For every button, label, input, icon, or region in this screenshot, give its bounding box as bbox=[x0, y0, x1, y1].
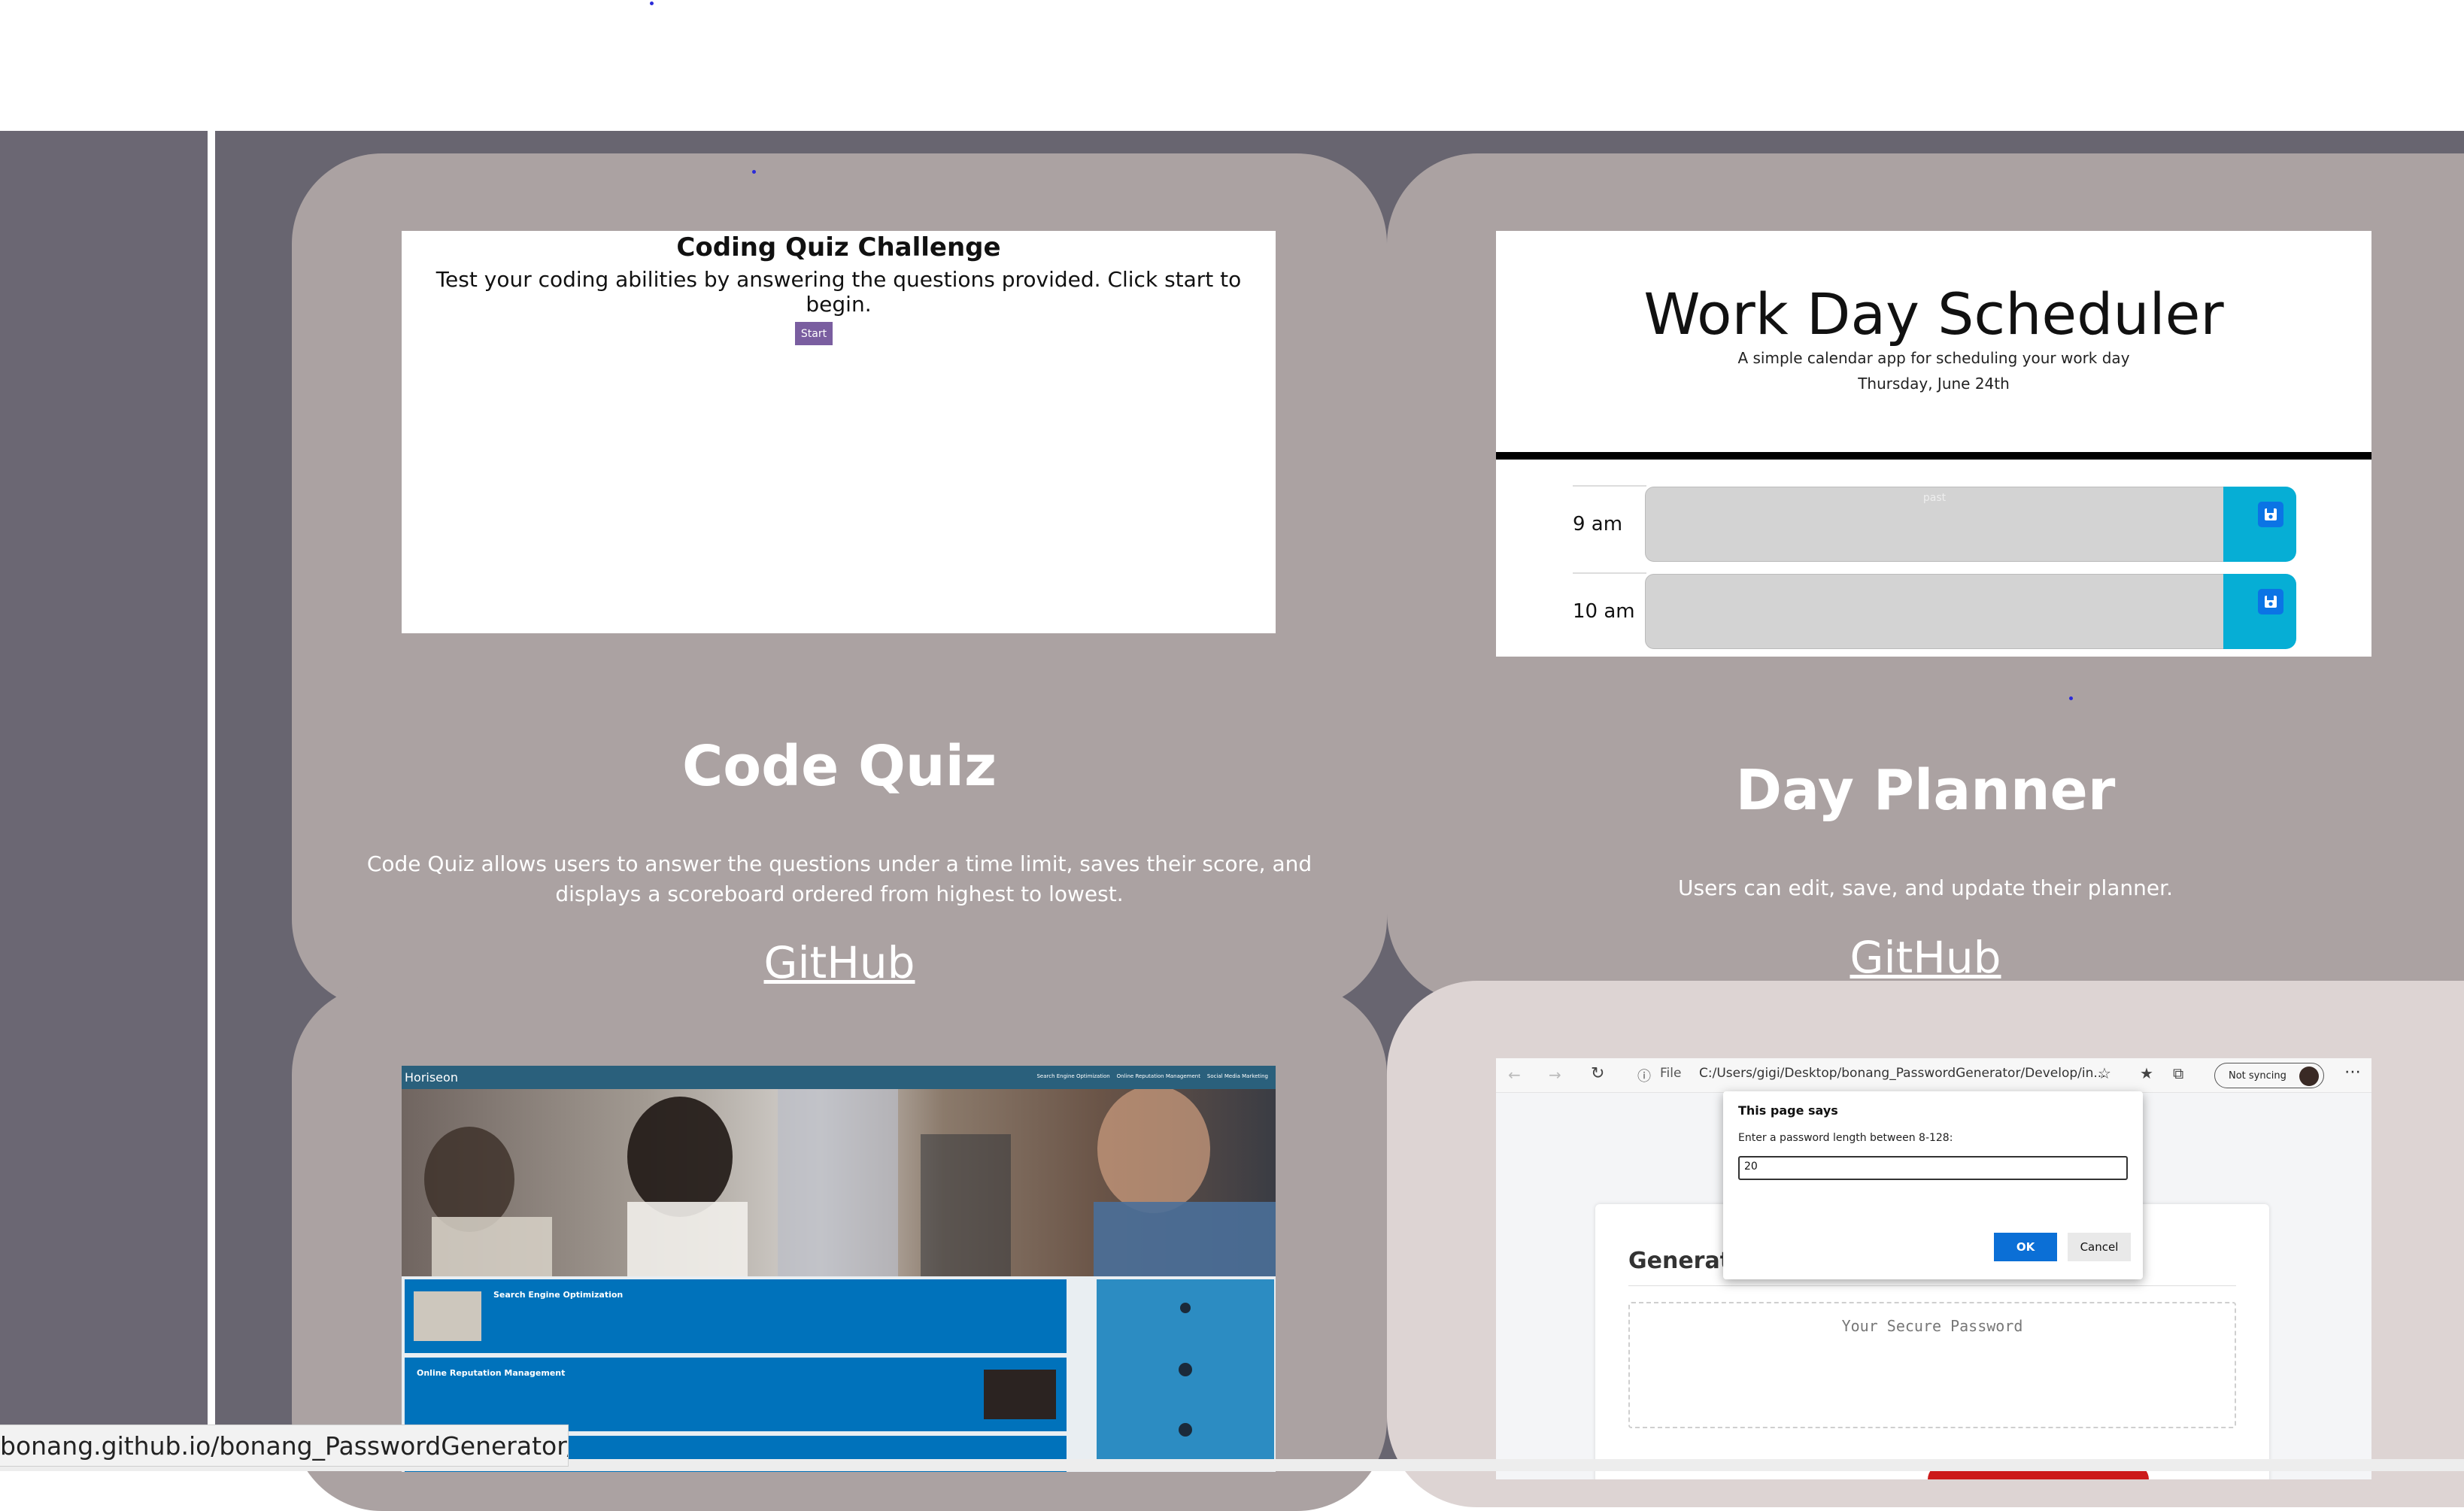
event-textarea[interactable] bbox=[1645, 574, 2224, 649]
quiz-subtitle: Test your coding abilities by answering … bbox=[435, 267, 1242, 317]
dialog-message: Enter a password length between 8-128: bbox=[1738, 1132, 1953, 1144]
nav-item[interactable]: Search Engine Optimization bbox=[1036, 1073, 1109, 1079]
content-section: Search Engine Optimization bbox=[405, 1279, 1067, 1353]
project-card-password-generator: ← → ↻ ⓘ File C:/Users/gigi/Desktop/bonan… bbox=[1387, 981, 2464, 1507]
file-label: File bbox=[1660, 1066, 1682, 1081]
info-icon[interactable]: ⓘ bbox=[1637, 1066, 1651, 1085]
horiseon-nav: Horiseon Search Engine Optimization Onli… bbox=[402, 1066, 1276, 1089]
password-length-input[interactable]: 20 bbox=[1738, 1156, 2128, 1180]
ok-button[interactable]: OK bbox=[1994, 1233, 2057, 1261]
horiseon-logo: Horiseon bbox=[405, 1070, 458, 1085]
benefit-icons bbox=[1179, 1303, 1192, 1437]
hour-label: 9 am bbox=[1573, 513, 1623, 536]
sync-label: Not syncing bbox=[2229, 1070, 2286, 1082]
event-textarea[interactable]: past bbox=[1645, 487, 2224, 562]
status-bar-url: bonang.github.io/bonang_PasswordGenerato… bbox=[0, 1425, 569, 1467]
nav-item[interactable]: Online Reputation Management bbox=[1117, 1073, 1200, 1079]
section-title: Online Reputation Management bbox=[417, 1368, 566, 1378]
back-icon[interactable]: ← bbox=[1508, 1066, 1521, 1084]
profile-sync-button[interactable]: Not syncing bbox=[2214, 1063, 2324, 1088]
password-placeholder: Your Secure Password bbox=[1841, 1317, 2023, 1335]
password-generator-screenshot[interactable]: ← → ↻ ⓘ File C:/Users/gigi/Desktop/bonan… bbox=[1496, 1058, 2371, 1479]
avatar bbox=[2299, 1066, 2319, 1086]
planner-date: Thursday, June 24th bbox=[1858, 375, 2010, 393]
nav-item[interactable]: Social Media Marketing bbox=[1207, 1073, 1268, 1079]
favorite-add-icon[interactable]: ☆ bbox=[2098, 1064, 2111, 1082]
hero-people-image bbox=[424, 1085, 1276, 1277]
planner-subtitle: A simple calendar app for scheduling you… bbox=[1737, 349, 2130, 367]
planner-heading: Work Day Scheduler bbox=[1643, 281, 2224, 347]
cursor-dot bbox=[2069, 696, 2073, 700]
forward-icon[interactable]: → bbox=[1549, 1066, 1561, 1084]
save-button[interactable] bbox=[2223, 487, 2296, 562]
page-top-area bbox=[0, 0, 2464, 131]
code-quiz-screenshot[interactable]: Coding Quiz Challenge Test your coding a… bbox=[402, 231, 1276, 633]
panel-divider bbox=[1628, 1285, 2236, 1286]
prompt-dialog: This page says Enter a password length b… bbox=[1723, 1091, 2143, 1279]
section-image bbox=[414, 1291, 481, 1341]
benefits-aside bbox=[1097, 1279, 1274, 1470]
content-section: Online Reputation Management bbox=[405, 1358, 1067, 1431]
dialog-title: This page says bbox=[1738, 1103, 1838, 1118]
vertical-divider bbox=[208, 131, 215, 1471]
portfolio-section: Coding Quiz Challenge Test your coding a… bbox=[0, 131, 2464, 1511]
more-icon[interactable]: ⋯ bbox=[2344, 1063, 2361, 1082]
save-icon bbox=[2258, 502, 2283, 527]
save-icon bbox=[2258, 589, 2283, 614]
collections-icon[interactable]: ⧉ bbox=[2173, 1064, 2183, 1082]
save-button[interactable] bbox=[2223, 574, 2296, 649]
horiseon-nav-items: Search Engine Optimization Online Reputa… bbox=[1036, 1073, 1268, 1079]
favorites-icon[interactable]: ★ bbox=[2140, 1064, 2153, 1082]
quiz-start-button[interactable]: Start bbox=[795, 322, 833, 345]
cancel-button[interactable]: Cancel bbox=[2068, 1233, 2131, 1261]
quiz-heading: Coding Quiz Challenge bbox=[676, 232, 1001, 262]
github-link[interactable]: GitHub bbox=[1387, 932, 2464, 983]
project-title: Day Planner bbox=[1735, 758, 2116, 823]
header-divider bbox=[1496, 452, 2371, 460]
left-strip bbox=[0, 131, 208, 1471]
refresh-icon[interactable]: ↻ bbox=[1591, 1064, 1604, 1083]
cursor-dot bbox=[650, 2, 654, 5]
project-card-code-quiz: Coding Quiz Challenge Test your coding a… bbox=[292, 153, 1387, 1009]
hour-label: 10 am bbox=[1573, 600, 1635, 623]
section-image bbox=[984, 1370, 1056, 1419]
cursor-dot bbox=[752, 170, 756, 174]
project-title: Code Quiz bbox=[681, 734, 997, 799]
day-planner-screenshot[interactable]: Work Day Scheduler A simple calendar app… bbox=[1496, 231, 2371, 657]
section-title: Search Engine Optimization bbox=[493, 1290, 624, 1300]
horiseon-screenshot[interactable]: Horiseon Search Engine Optimization Onli… bbox=[402, 1066, 1276, 1472]
project-card-day-planner: Work Day Scheduler A simple calendar app… bbox=[1387, 153, 2464, 1003]
address-bar[interactable]: C:/Users/gigi/Desktop/bonang_PasswordGen… bbox=[1699, 1066, 2106, 1081]
browser-toolbar: ← → ↻ ⓘ File C:/Users/gigi/Desktop/bonan… bbox=[1496, 1058, 2371, 1093]
hero-image bbox=[402, 1085, 1276, 1277]
project-description: Users can edit, save, and update their p… bbox=[1678, 875, 2173, 900]
password-output[interactable]: Your Secure Password bbox=[1628, 1302, 2236, 1428]
github-link[interactable]: GitHub bbox=[292, 937, 1387, 988]
project-description: Code Quiz allows users to answer the que… bbox=[366, 851, 1312, 906]
